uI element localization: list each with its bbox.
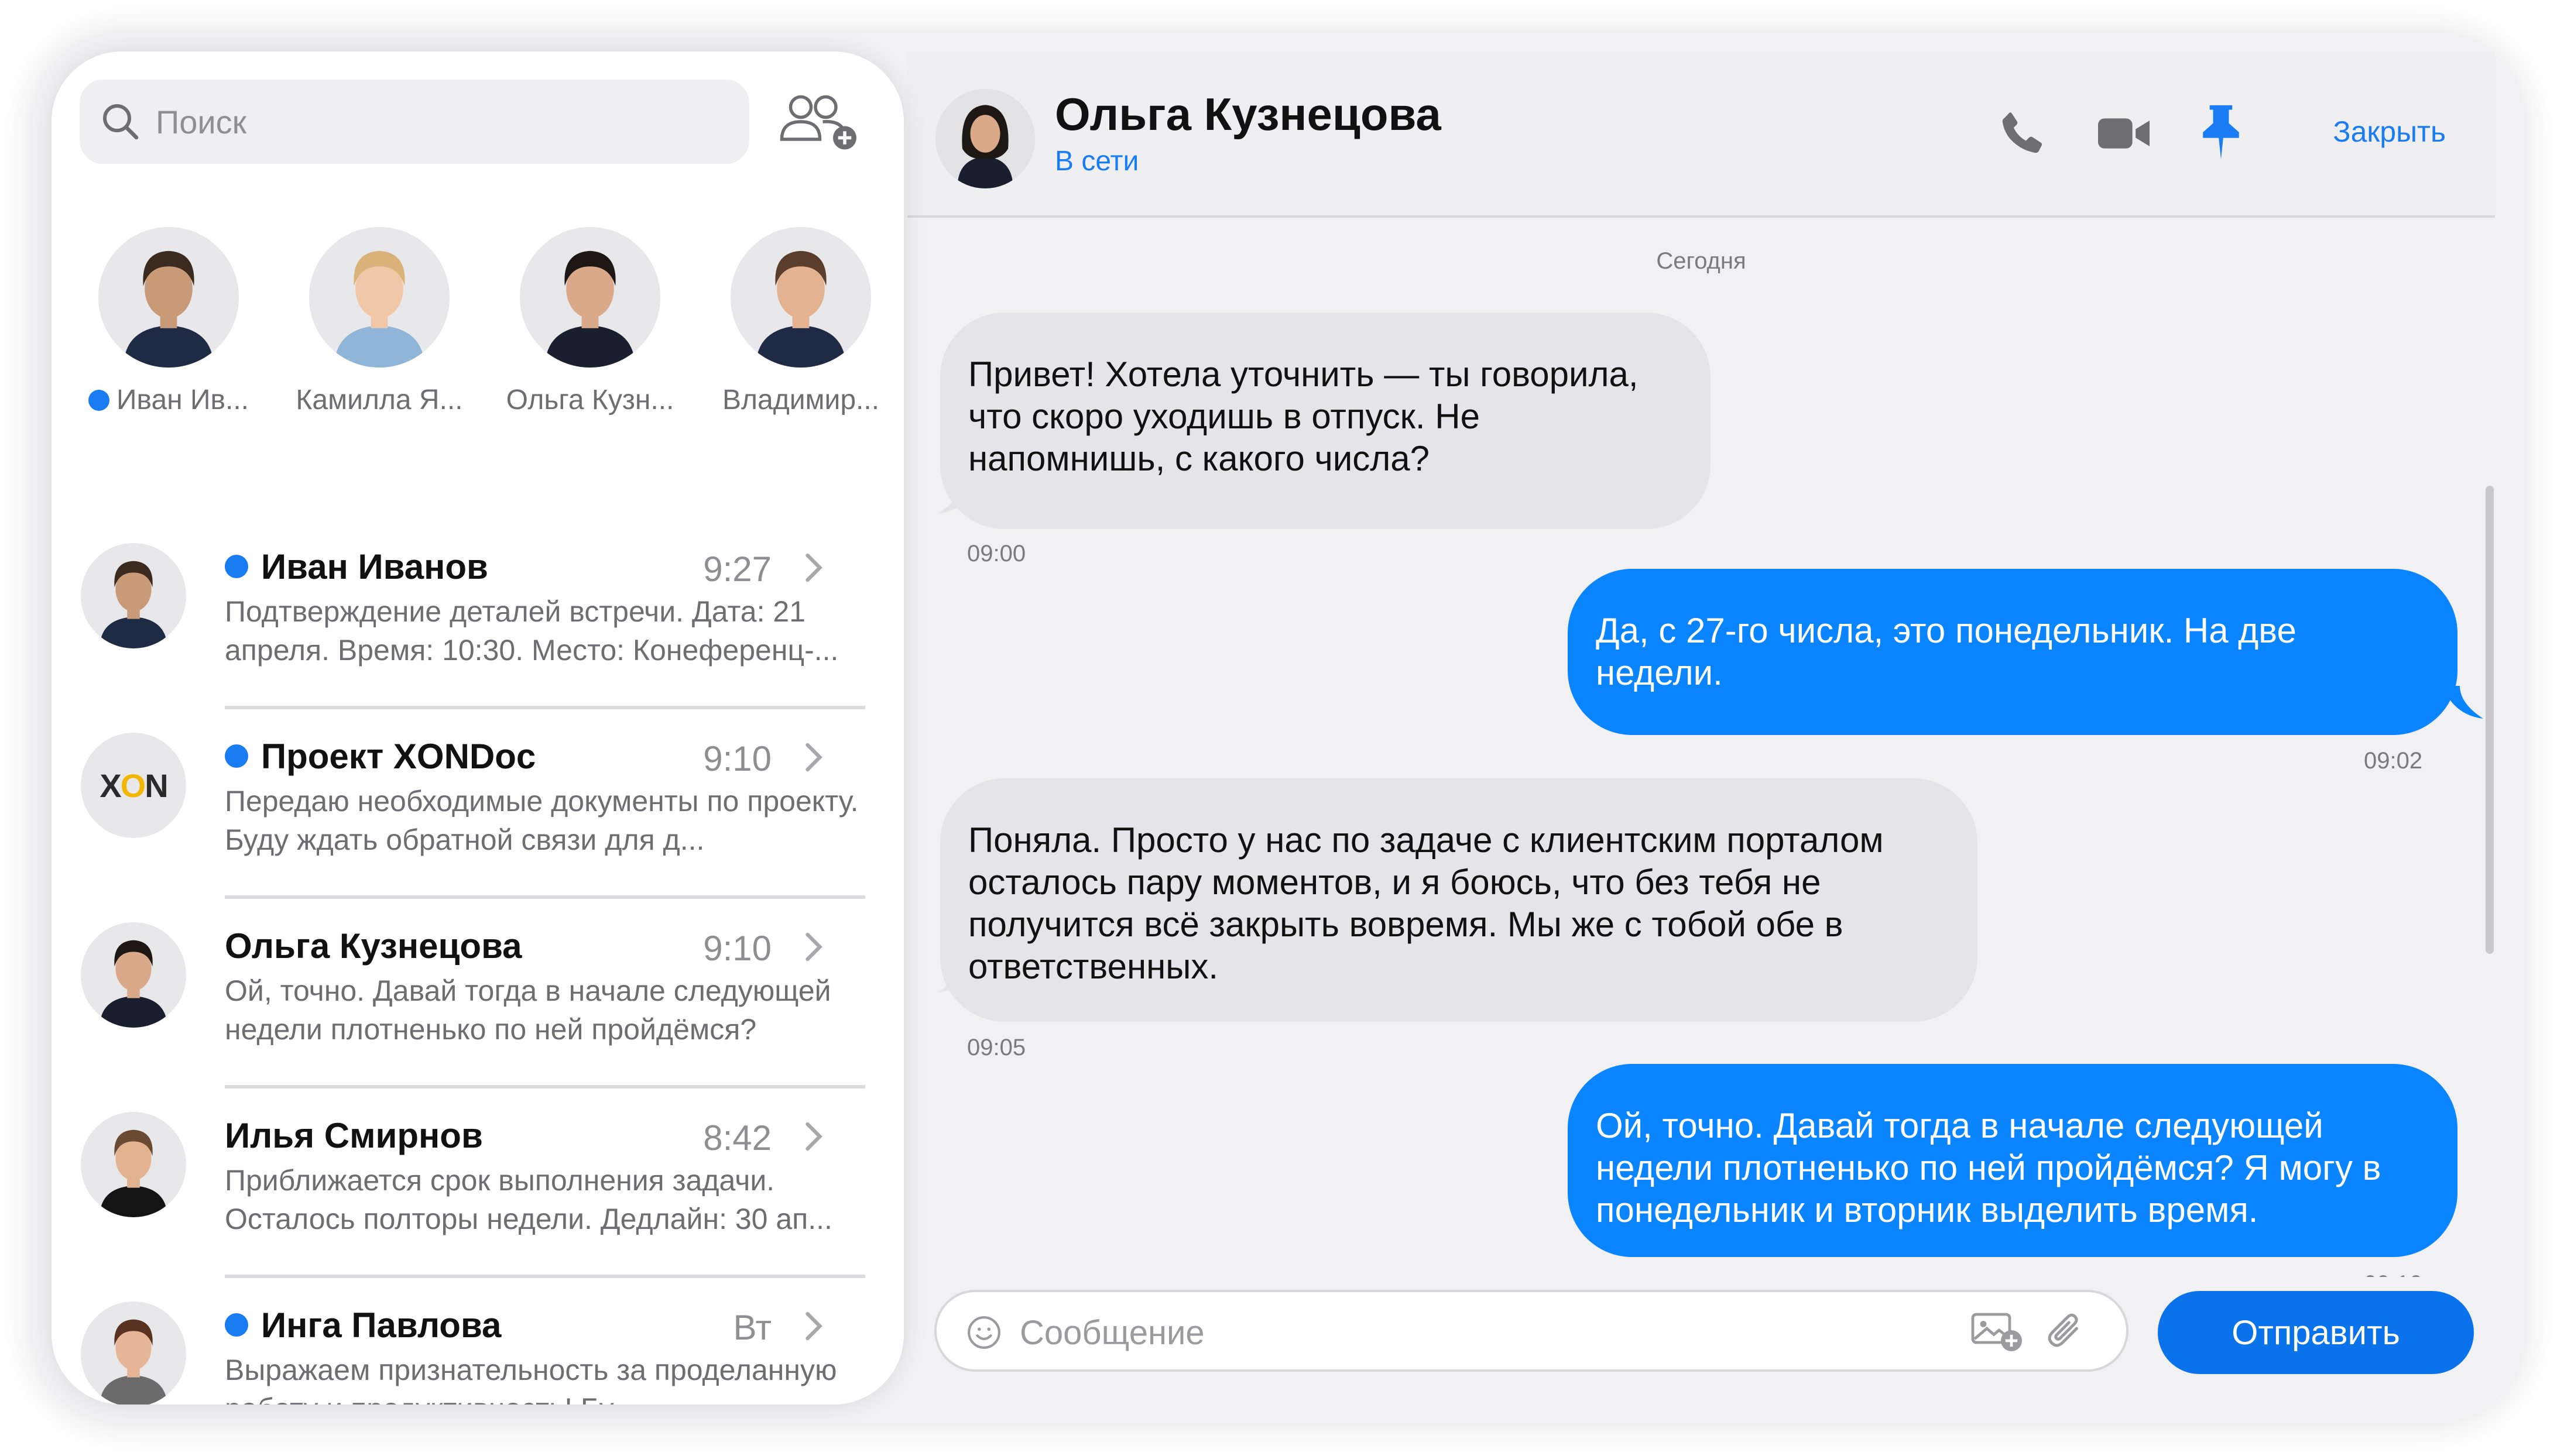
avatar: XON (81, 733, 186, 838)
send-button[interactable]: Отправить (2158, 1291, 2474, 1374)
search-input[interactable] (155, 102, 684, 142)
search-field[interactable] (80, 80, 749, 164)
chat-list-item[interactable]: Ольга Кузнецова 9:10 Ой, точно. Давай тогд… (52, 899, 865, 1088)
chat-name: Илья Смирнов (225, 1115, 483, 1155)
chat-header: Ольга Кузнецова В сети Закрыть (907, 51, 2495, 218)
chat-title-line: Инга Павлова (225, 1302, 816, 1348)
avatar (520, 227, 660, 368)
chat-list: Иван Иванов 9:27 Подтверждение деталей вст… (52, 520, 865, 1405)
chat-preview: Ой, точно. Давай тогда в начале следующе… (225, 974, 831, 1046)
story-avatar[interactable]: Владимир... (701, 227, 900, 479)
avatar-image (309, 227, 450, 368)
chat-name: Иван Иванов (261, 547, 488, 586)
chat-name: Инга Павлова (261, 1305, 502, 1345)
avatar-image (731, 227, 871, 368)
chat-time: 9:27 (703, 550, 772, 589)
message-time: 09:00 (967, 541, 1026, 566)
video-camera-icon (2098, 118, 2150, 149)
story-name-text: Иван Ив... (116, 384, 249, 415)
message-bubble-outgoing[interactable]: Ой, точно. Давай тогда в начале следующе… (1568, 1064, 2457, 1257)
message-scrollbar[interactable] (2486, 486, 2494, 954)
avatar-image (935, 89, 1035, 188)
message-bubble-incoming[interactable]: Привет! Хотела уточнить — ты говорила, ч… (940, 313, 1711, 529)
chat-preview: Передаю необходимые документы по проекту… (225, 785, 859, 856)
conversation-sidebar: Иван Ив... Камилла Я... Ольга Кузн... Влади… (52, 51, 904, 1405)
story-name: Камилла Я... (296, 384, 462, 416)
unread-indicator (225, 1313, 248, 1337)
chat-preview: Подтверждение деталей встречи. Дата: 21 … (225, 595, 839, 667)
pin-icon (2203, 105, 2239, 160)
chevron-right-icon (806, 1311, 822, 1341)
avatar-image (81, 1112, 186, 1217)
chevron-right-icon (806, 743, 822, 772)
avatar-image (520, 227, 660, 368)
avatar-image (98, 227, 239, 368)
chat-name: Проект XONDoc (261, 736, 536, 776)
avatar (81, 1112, 186, 1217)
avatar[interactable] (935, 89, 1035, 188)
chat-list-item[interactable]: Инга Павлова Вт Выражаем признательность з… (52, 1278, 865, 1405)
avatar (81, 543, 186, 648)
message-composer (934, 1290, 2128, 1372)
call-button[interactable] (1997, 108, 2049, 162)
avatar-image (81, 1302, 186, 1405)
chevron-right-icon (806, 553, 822, 582)
story-avatars: Иван Ив... Камилла Я... Ольга Кузн... Влади… (69, 227, 900, 479)
story-avatar[interactable]: Камилла Я... (280, 227, 479, 479)
message-time: 09:10 (2364, 1271, 2422, 1277)
story-name: Иван Ив... (88, 384, 249, 416)
message-input[interactable] (1019, 1310, 1782, 1355)
chevron-right-icon (806, 932, 822, 961)
online-indicator (88, 389, 109, 411)
story-name: Ольга Кузн... (506, 384, 674, 416)
chevron-right-icon (806, 1122, 822, 1151)
chat-name: Ольга Кузнецова (225, 926, 522, 966)
avatar-image (81, 922, 186, 1028)
avatar (98, 227, 239, 368)
chat-list-item[interactable]: XON Проект XONDoc 9:10 Передаю необходимые … (52, 709, 865, 899)
pin-button[interactable] (2198, 103, 2244, 164)
chat-list-item[interactable]: Илья Смирнов 8:42 Приближается срок выполн… (52, 1088, 865, 1278)
project-logo: XON (100, 767, 168, 804)
story-avatar[interactable]: Ольга Кузн... (491, 227, 690, 479)
phone-icon (2002, 112, 2042, 153)
avatar (81, 922, 186, 1028)
close-button[interactable]: Закрыть (2333, 115, 2446, 149)
add-contact-button[interactable] (777, 87, 859, 157)
avatar-image (81, 543, 186, 648)
chat-preview: Выражаем признательность за проделанную … (225, 1354, 837, 1405)
avatar (731, 227, 871, 368)
date-separator: Сегодня (1656, 248, 1746, 274)
story-avatar[interactable]: Иван Ив... (69, 227, 268, 479)
message-thread: Сегодня Привет! Хотела уточнить — ты гов… (907, 218, 2495, 1277)
unread-indicator (225, 744, 248, 768)
avatar (81, 1302, 186, 1405)
message-time: 09:05 (967, 1035, 1026, 1060)
avatar (309, 227, 450, 368)
story-name-text: Камилла Я... (296, 384, 463, 415)
chat-time: 8:42 (703, 1118, 772, 1158)
chat-time: 9:10 (703, 739, 772, 778)
video-call-button[interactable] (2095, 108, 2153, 162)
chat-time: Вт (733, 1308, 772, 1347)
story-name: Владимир... (722, 384, 879, 416)
attach-image-icon[interactable] (1970, 1311, 2024, 1353)
add-contact-icon (780, 95, 856, 150)
message-bubble-outgoing[interactable]: Да, с 27-го числа, это понедельник. На д… (1568, 569, 2457, 735)
search-icon (103, 104, 139, 140)
story-name-text: Ольга Кузн... (506, 384, 674, 415)
message-bubble-incoming[interactable]: Поняла. Просто у нас по задаче с клиентс… (940, 778, 1977, 1022)
chat-list-item[interactable]: Иван Иванов 9:27 Подтверждение деталей вст… (52, 520, 865, 709)
contact-status: В сети (1055, 146, 1139, 177)
paperclip-icon[interactable] (2044, 1309, 2085, 1355)
contact-name: Ольга Кузнецова (1055, 88, 1441, 140)
chat-preview: Приближается срок выполнения задачи. Ост… (225, 1164, 832, 1235)
story-name-text: Владимир... (722, 384, 880, 415)
message-time: 09:02 (2364, 748, 2423, 774)
unread-indicator (225, 555, 248, 578)
emoji-icon[interactable] (966, 1314, 1002, 1351)
chat-time: 9:10 (703, 929, 772, 968)
